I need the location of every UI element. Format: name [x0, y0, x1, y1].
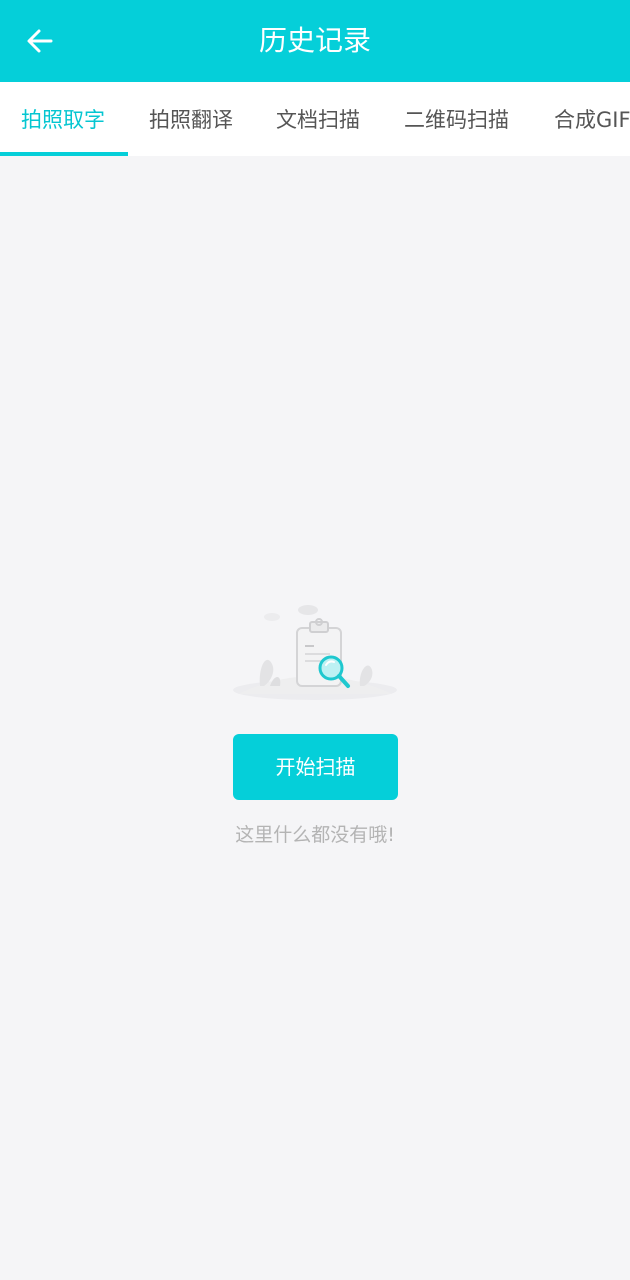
tab-gif-compose[interactable]: 合成GIF [554, 82, 630, 156]
page-title: 历史记录 [258, 24, 371, 57]
active-tab-indicator [0, 152, 128, 156]
tab-qrcode-scan[interactable]: 二维码扫描 [404, 82, 509, 156]
tab-photo-translate[interactable]: 拍照翻译 [149, 82, 233, 156]
tab-document-scan[interactable]: 文档扫描 [276, 82, 360, 156]
clipboard-search-illustration [233, 605, 397, 700]
top-app-bar: 历史记录 [0, 0, 630, 82]
empty-message: 这里什么都没有哦! [235, 824, 395, 846]
tab-bar: 拍照取字 拍照翻译 文档扫描 二维码扫描 合成GIF [0, 82, 630, 156]
tab-photo-text[interactable]: 拍照取字 [21, 82, 105, 156]
start-scan-button[interactable]: 开始扫描 [233, 734, 398, 800]
